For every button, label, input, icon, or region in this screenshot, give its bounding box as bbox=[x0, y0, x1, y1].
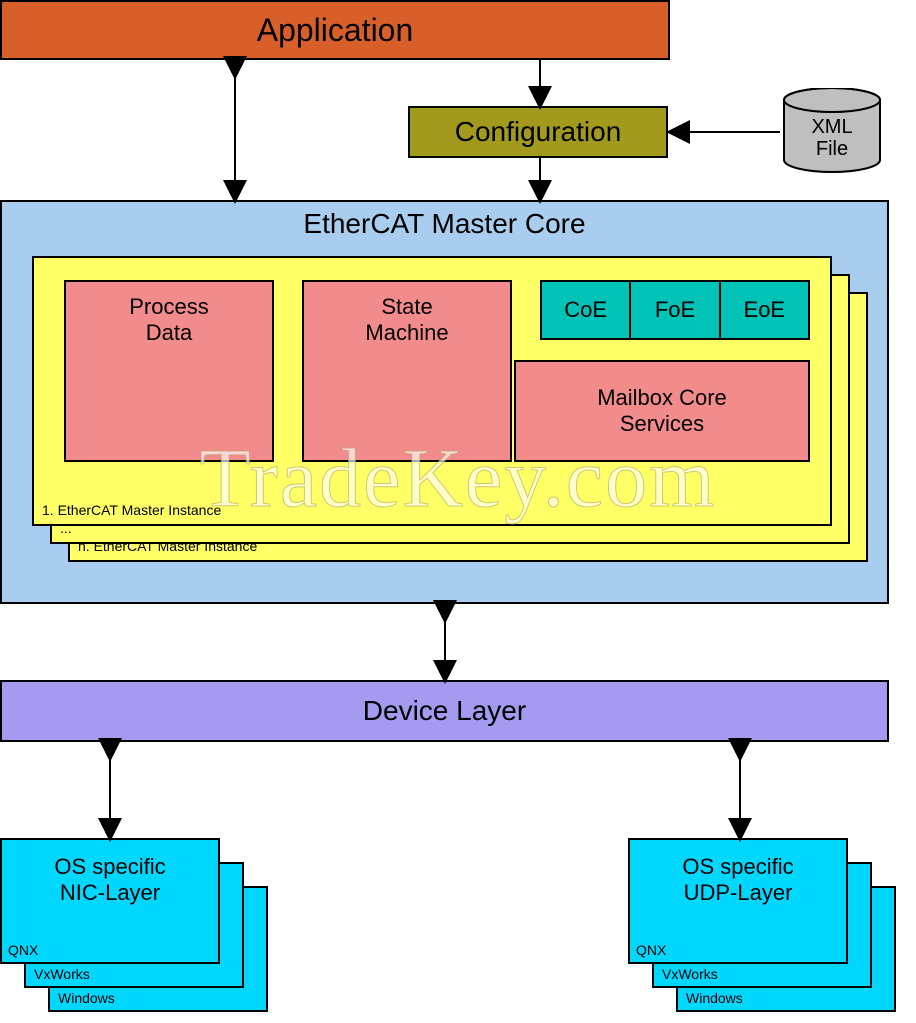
nic-stack-qnx: OS specific NIC-Layer QNX bbox=[0, 838, 220, 964]
arrow-config-core bbox=[530, 158, 550, 200]
arrow-device-udp bbox=[730, 742, 750, 838]
arrow-app-core bbox=[225, 60, 245, 200]
state-machine-label: State Machine bbox=[365, 294, 448, 347]
process-data-box: Process Data bbox=[64, 280, 274, 462]
state-machine-box: State Machine bbox=[302, 280, 512, 462]
udp-title: OS specific UDP-Layer bbox=[630, 854, 846, 907]
protocols-row: CoE FoE EoE bbox=[540, 280, 810, 340]
arrow-core-device bbox=[435, 604, 455, 680]
ethercat-core-container: EtherCAT Master Core n. EtherCAT Master … bbox=[0, 200, 889, 604]
mailbox-label: Mailbox Core Services bbox=[597, 385, 727, 438]
protocol-eoe: EoE bbox=[719, 280, 810, 340]
udp-stack-qnx: OS specific UDP-Layer QNX bbox=[628, 838, 848, 964]
xml-file-cylinder: XML File bbox=[782, 88, 882, 168]
arrow-xml-config bbox=[670, 122, 782, 142]
configuration-label: Configuration bbox=[455, 116, 622, 148]
xml-file-label: XML File bbox=[782, 116, 882, 160]
application-label: Application bbox=[257, 12, 414, 49]
device-layer-box: Device Layer bbox=[0, 680, 889, 742]
protocol-coe: CoE bbox=[540, 280, 631, 340]
configuration-box: Configuration bbox=[408, 106, 668, 158]
device-layer-label: Device Layer bbox=[363, 695, 526, 727]
core-title: EtherCAT Master Core bbox=[2, 208, 887, 240]
instance-1-box: 1. EtherCAT Master Instance Process Data… bbox=[32, 256, 832, 526]
nic-title: OS specific NIC-Layer bbox=[2, 854, 218, 907]
process-data-label: Process Data bbox=[129, 294, 208, 347]
arrow-app-config bbox=[530, 60, 550, 106]
mailbox-box: Mailbox Core Services bbox=[514, 360, 810, 462]
instance-1-label: 1. EtherCAT Master Instance bbox=[42, 502, 221, 518]
arrow-device-nic bbox=[100, 742, 120, 838]
protocol-foe: FoE bbox=[629, 280, 720, 340]
application-box: Application bbox=[0, 0, 670, 60]
